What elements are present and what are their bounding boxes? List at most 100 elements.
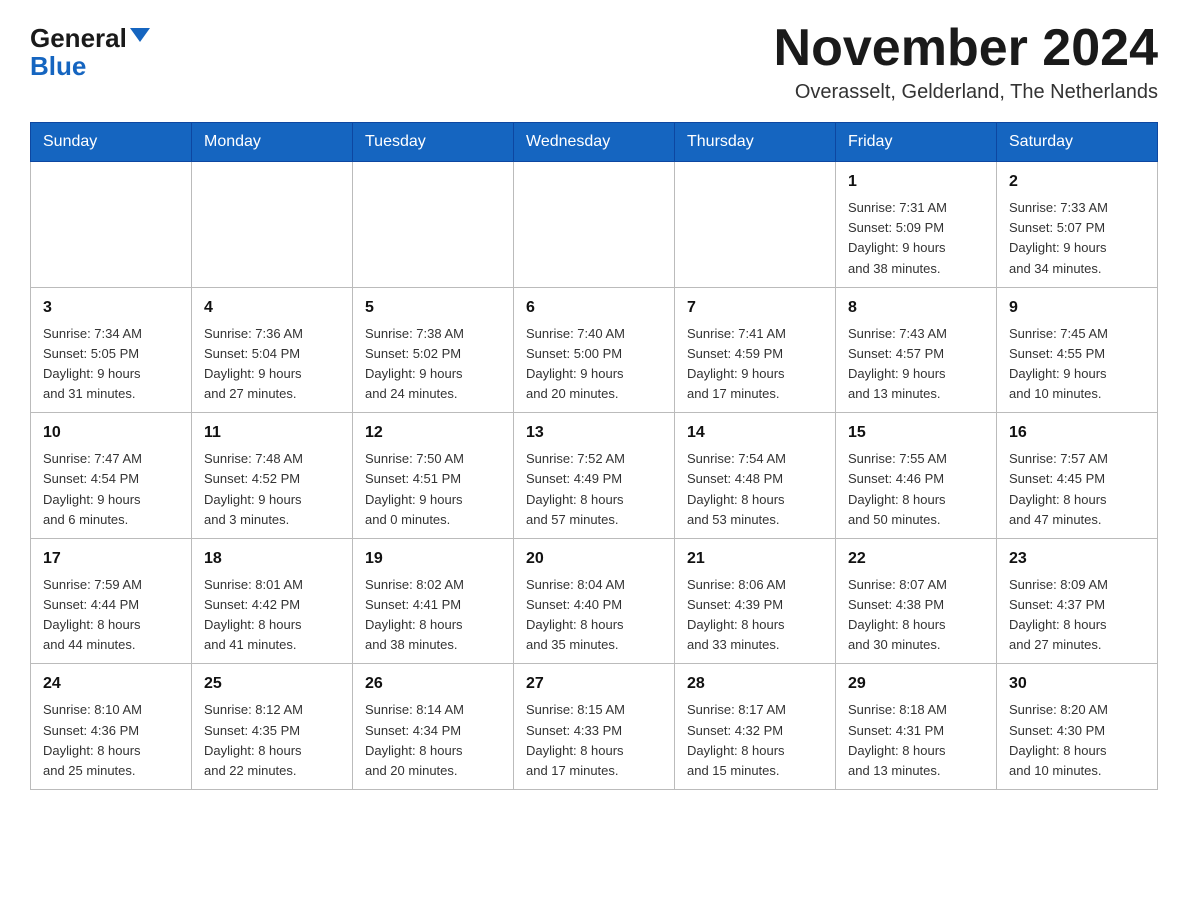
day-info: Sunrise: 7:55 AM Sunset: 4:46 PM Dayligh… — [848, 449, 984, 530]
day-number: 15 — [848, 421, 984, 445]
calendar-cell: 10 Sunrise: 7:47 AM Sunset: 4:54 PM Dayli… — [31, 413, 192, 539]
day-number: 26 — [365, 672, 501, 696]
calendar-cell: 27Sunrise: 8:15 AM Sunset: 4:33 PM Dayli… — [514, 664, 675, 790]
day-info: Sunrise: 7:48 AM Sunset: 4:52 PM Dayligh… — [204, 449, 340, 530]
calendar-cell: 17 Sunrise: 7:59 AM Sunset: 4:44 PM Dayli… — [31, 538, 192, 664]
calendar-cell: 19 Sunrise: 8:02 AM Sunset: 4:41 PM Dayli… — [353, 538, 514, 664]
calendar-cell: 24Sunrise: 8:10 AM Sunset: 4:36 PM Dayli… — [31, 664, 192, 790]
calendar-cell: 13Sunrise: 7:52 AM Sunset: 4:49 PM Dayli… — [514, 413, 675, 539]
day-number: 5 — [365, 296, 501, 320]
calendar-cell — [31, 162, 192, 288]
day-number: 25 — [204, 672, 340, 696]
calendar-cell: 15 Sunrise: 7:55 AM Sunset: 4:46 PM Dayli… — [836, 413, 997, 539]
logo-triangle-icon — [130, 28, 150, 42]
day-number: 7 — [687, 296, 823, 320]
calendar-cell: 11 Sunrise: 7:48 AM Sunset: 4:52 PM Dayli… — [192, 413, 353, 539]
calendar-cell: 30Sunrise: 8:20 AM Sunset: 4:30 PM Dayli… — [997, 664, 1158, 790]
calendar-cell: 12Sunrise: 7:50 AM Sunset: 4:51 PM Dayli… — [353, 413, 514, 539]
calendar-table: SundayMondayTuesdayWednesdayThursdayFrid… — [30, 122, 1158, 790]
calendar-header-row: SundayMondayTuesdayWednesdayThursdayFrid… — [31, 123, 1158, 162]
calendar-cell: 8 Sunrise: 7:43 AM Sunset: 4:57 PM Daylig… — [836, 287, 997, 413]
day-info: Sunrise: 8:14 AM Sunset: 4:34 PM Dayligh… — [365, 700, 501, 781]
day-info: Sunrise: 7:38 AM Sunset: 5:02 PM Dayligh… — [365, 324, 501, 405]
calendar-cell — [192, 162, 353, 288]
calendar-cell: 7 Sunrise: 7:41 AM Sunset: 4:59 PM Daylig… — [675, 287, 836, 413]
day-number: 20 — [526, 547, 662, 571]
day-number: 19 — [365, 547, 501, 571]
calendar-week-row: 1Sunrise: 7:31 AM Sunset: 5:09 PM Daylig… — [31, 162, 1158, 288]
calendar-cell: 4 Sunrise: 7:36 AM Sunset: 5:04 PM Daylig… — [192, 287, 353, 413]
day-number: 13 — [526, 421, 662, 445]
calendar-cell: 9 Sunrise: 7:45 AM Sunset: 4:55 PM Daylig… — [997, 287, 1158, 413]
weekday-header-monday: Monday — [192, 123, 353, 162]
day-info: Sunrise: 8:12 AM Sunset: 4:35 PM Dayligh… — [204, 700, 340, 781]
calendar-cell — [514, 162, 675, 288]
weekday-header-friday: Friday — [836, 123, 997, 162]
day-info: Sunrise: 7:36 AM Sunset: 5:04 PM Dayligh… — [204, 324, 340, 405]
day-number: 22 — [848, 547, 984, 571]
calendar-week-row: 3 Sunrise: 7:34 AM Sunset: 5:05 PM Daylig… — [31, 287, 1158, 413]
day-info: Sunrise: 7:47 AM Sunset: 4:54 PM Dayligh… — [43, 449, 179, 530]
calendar-cell: 2Sunrise: 7:33 AM Sunset: 5:07 PM Daylig… — [997, 162, 1158, 288]
page-header: General Blue November 2024 Overasselt, G… — [30, 20, 1158, 104]
day-info: Sunrise: 7:40 AM Sunset: 5:00 PM Dayligh… — [526, 324, 662, 405]
day-info: Sunrise: 8:02 AM Sunset: 4:41 PM Dayligh… — [365, 575, 501, 656]
day-info: Sunrise: 7:59 AM Sunset: 4:44 PM Dayligh… — [43, 575, 179, 656]
calendar-cell: 23 Sunrise: 8:09 AM Sunset: 4:37 PM Dayli… — [997, 538, 1158, 664]
calendar-cell: 21Sunrise: 8:06 AM Sunset: 4:39 PM Dayli… — [675, 538, 836, 664]
calendar-cell: 20 Sunrise: 8:04 AM Sunset: 4:40 PM Dayli… — [514, 538, 675, 664]
weekday-header-tuesday: Tuesday — [353, 123, 514, 162]
weekday-header-sunday: Sunday — [31, 123, 192, 162]
day-number: 14 — [687, 421, 823, 445]
day-number: 11 — [204, 421, 340, 445]
day-number: 8 — [848, 296, 984, 320]
day-number: 12 — [365, 421, 501, 445]
calendar-cell: 3 Sunrise: 7:34 AM Sunset: 5:05 PM Daylig… — [31, 287, 192, 413]
day-number: 10 — [43, 421, 179, 445]
title-section: November 2024 Overasselt, Gelderland, Th… — [774, 20, 1158, 104]
day-number: 18 — [204, 547, 340, 571]
logo-general-text: General — [30, 25, 127, 51]
day-number: 3 — [43, 296, 179, 320]
day-info: Sunrise: 8:04 AM Sunset: 4:40 PM Dayligh… — [526, 575, 662, 656]
day-info: Sunrise: 8:17 AM Sunset: 4:32 PM Dayligh… — [687, 700, 823, 781]
day-number: 23 — [1009, 547, 1145, 571]
calendar-cell — [675, 162, 836, 288]
day-number: 21 — [687, 547, 823, 571]
calendar-cell: 18Sunrise: 8:01 AM Sunset: 4:42 PM Dayli… — [192, 538, 353, 664]
weekday-header-saturday: Saturday — [997, 123, 1158, 162]
day-number: 9 — [1009, 296, 1145, 320]
weekday-header-wednesday: Wednesday — [514, 123, 675, 162]
calendar-cell: 14 Sunrise: 7:54 AM Sunset: 4:48 PM Dayli… — [675, 413, 836, 539]
calendar-cell: 25 Sunrise: 8:12 AM Sunset: 4:35 PM Dayli… — [192, 664, 353, 790]
day-number: 24 — [43, 672, 179, 696]
day-info: Sunrise: 7:57 AM Sunset: 4:45 PM Dayligh… — [1009, 449, 1145, 530]
calendar-cell: 29 Sunrise: 8:18 AM Sunset: 4:31 PM Dayli… — [836, 664, 997, 790]
day-info: Sunrise: 7:41 AM Sunset: 4:59 PM Dayligh… — [687, 324, 823, 405]
day-number: 29 — [848, 672, 984, 696]
weekday-header-thursday: Thursday — [675, 123, 836, 162]
day-info: Sunrise: 8:09 AM Sunset: 4:37 PM Dayligh… — [1009, 575, 1145, 656]
day-info: Sunrise: 7:45 AM Sunset: 4:55 PM Dayligh… — [1009, 324, 1145, 405]
day-number: 2 — [1009, 170, 1145, 194]
day-info: Sunrise: 7:54 AM Sunset: 4:48 PM Dayligh… — [687, 449, 823, 530]
day-number: 30 — [1009, 672, 1145, 696]
day-info: Sunrise: 7:31 AM Sunset: 5:09 PM Dayligh… — [848, 198, 984, 279]
day-info: Sunrise: 8:18 AM Sunset: 4:31 PM Dayligh… — [848, 700, 984, 781]
day-info: Sunrise: 7:43 AM Sunset: 4:57 PM Dayligh… — [848, 324, 984, 405]
calendar-cell: 1Sunrise: 7:31 AM Sunset: 5:09 PM Daylig… — [836, 162, 997, 288]
logo-blue-text: Blue — [30, 51, 86, 81]
calendar-cell: 16Sunrise: 7:57 AM Sunset: 4:45 PM Dayli… — [997, 413, 1158, 539]
day-number: 4 — [204, 296, 340, 320]
calendar-week-row: 17 Sunrise: 7:59 AM Sunset: 4:44 PM Dayli… — [31, 538, 1158, 664]
calendar-cell: 5 Sunrise: 7:38 AM Sunset: 5:02 PM Daylig… — [353, 287, 514, 413]
day-info: Sunrise: 7:34 AM Sunset: 5:05 PM Dayligh… — [43, 324, 179, 405]
calendar-cell: 28 Sunrise: 8:17 AM Sunset: 4:32 PM Dayli… — [675, 664, 836, 790]
day-number: 28 — [687, 672, 823, 696]
month-title: November 2024 — [774, 20, 1158, 77]
calendar-week-row: 24Sunrise: 8:10 AM Sunset: 4:36 PM Dayli… — [31, 664, 1158, 790]
calendar-cell: 26 Sunrise: 8:14 AM Sunset: 4:34 PM Dayli… — [353, 664, 514, 790]
day-number: 6 — [526, 296, 662, 320]
day-info: Sunrise: 8:07 AM Sunset: 4:38 PM Dayligh… — [848, 575, 984, 656]
day-number: 17 — [43, 547, 179, 571]
